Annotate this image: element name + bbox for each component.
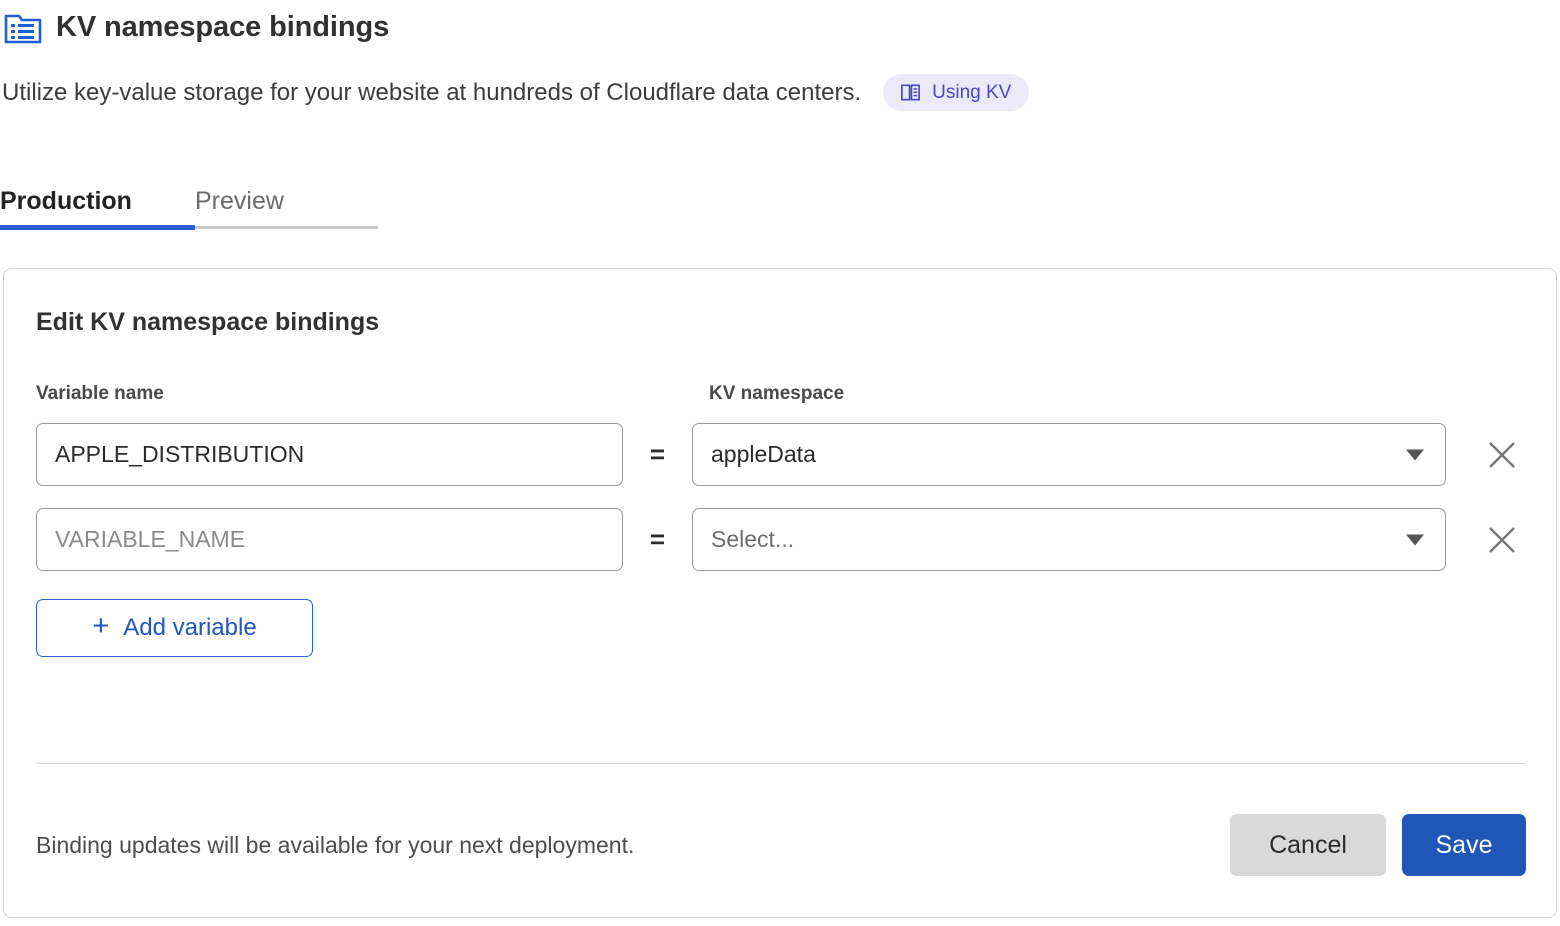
tab-production[interactable]: Production bbox=[0, 189, 195, 226]
using-kv-badge[interactable]: Using KV bbox=[883, 74, 1029, 111]
close-icon bbox=[1484, 522, 1520, 558]
plus-icon: + bbox=[92, 612, 109, 641]
deployment-note: Binding updates will be available for yo… bbox=[36, 832, 634, 859]
tablist: Production Preview bbox=[0, 168, 378, 226]
environment-tabs: Production Preview bbox=[0, 168, 378, 234]
remove-binding-button-1[interactable] bbox=[1478, 431, 1526, 479]
page-description-row: Utilize key-value storage for your websi… bbox=[2, 74, 1029, 111]
card-title: Edit KV namespace bindings bbox=[36, 308, 379, 337]
kv-namespace-select-1-value: appleData bbox=[711, 441, 816, 468]
edit-bindings-card: Edit KV namespace bindings Variable name… bbox=[3, 268, 1557, 918]
page-description: Utilize key-value storage for your websi… bbox=[2, 78, 861, 108]
equals-sign-1: = bbox=[623, 439, 692, 470]
cancel-button[interactable]: Cancel bbox=[1230, 814, 1386, 876]
kv-namespace-label: KV namespace bbox=[709, 383, 1309, 405]
tabs-active-indicator bbox=[0, 225, 195, 230]
kv-namespace-bindings-page: KV namespace bindings Utilize key-value … bbox=[0, 0, 1560, 926]
binding-row: = Select... bbox=[36, 508, 1526, 571]
binding-row: = appleData bbox=[36, 423, 1526, 486]
kv-namespace-select-2[interactable]: Select... bbox=[692, 508, 1446, 571]
save-button[interactable]: Save bbox=[1402, 814, 1526, 876]
card-footer: Binding updates will be available for yo… bbox=[36, 814, 1526, 876]
column-labels: Variable name KV namespace bbox=[36, 381, 1526, 407]
variable-name-label: Variable name bbox=[36, 383, 709, 405]
variable-name-input-1[interactable] bbox=[36, 423, 623, 486]
tab-preview[interactable]: Preview bbox=[195, 189, 284, 226]
bindings-form: Variable name KV namespace = appleData bbox=[36, 381, 1526, 657]
chevron-down-icon bbox=[1406, 534, 1424, 545]
kv-namespace-select-1-wrap: appleData bbox=[692, 423, 1446, 486]
equals-sign-2: = bbox=[623, 524, 692, 555]
footer-actions: Cancel Save bbox=[1230, 814, 1526, 876]
book-icon bbox=[899, 81, 922, 104]
add-variable-label: Add variable bbox=[123, 614, 256, 642]
kv-namespace-select-2-wrap: Select... bbox=[692, 508, 1446, 571]
kv-namespace-select-1[interactable]: appleData bbox=[692, 423, 1446, 486]
add-variable-button[interactable]: + Add variable bbox=[36, 599, 313, 657]
page-header: KV namespace bindings bbox=[4, 8, 389, 46]
kv-namespace-select-2-value: Select... bbox=[711, 526, 794, 553]
page-title: KV namespace bindings bbox=[56, 13, 389, 42]
close-icon bbox=[1484, 437, 1520, 473]
kv-namespace-icon bbox=[4, 8, 42, 46]
variable-name-input-2[interactable] bbox=[36, 508, 623, 571]
using-kv-badge-label: Using KV bbox=[932, 82, 1011, 104]
remove-binding-button-2[interactable] bbox=[1478, 516, 1526, 564]
chevron-down-icon bbox=[1406, 449, 1424, 460]
card-divider bbox=[36, 763, 1526, 764]
